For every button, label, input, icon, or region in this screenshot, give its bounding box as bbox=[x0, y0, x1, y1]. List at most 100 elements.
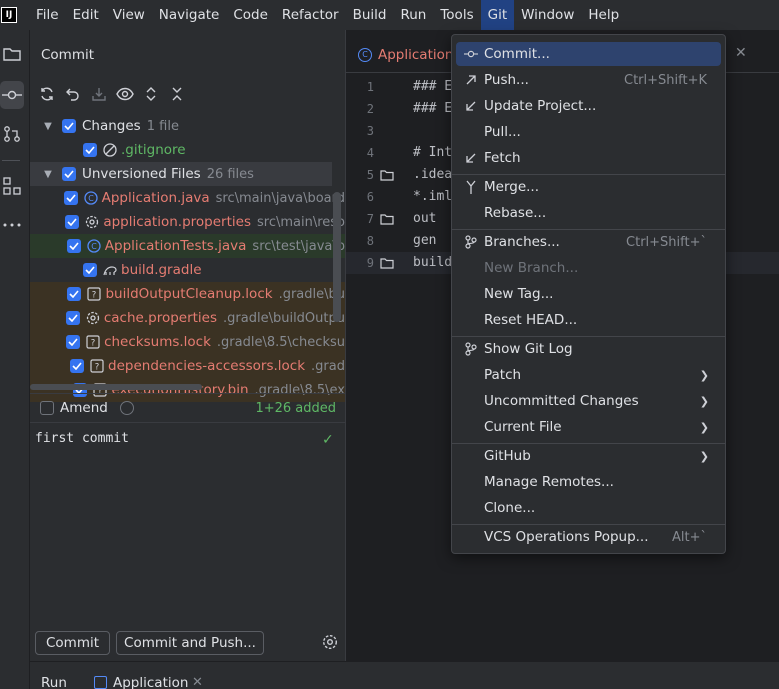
checkbox-checked[interactable] bbox=[70, 359, 85, 373]
shelve-icon[interactable] bbox=[90, 85, 108, 103]
menu-item-label: New Tag... bbox=[484, 286, 554, 302]
menu-code[interactable]: Code bbox=[226, 0, 275, 30]
expand-all-icon[interactable] bbox=[142, 85, 160, 103]
group-label: Changes bbox=[82, 118, 141, 134]
chevron-down-icon[interactable]: ▼ bbox=[42, 121, 54, 132]
code-line[interactable]: build bbox=[413, 255, 452, 270]
menu-item-clone[interactable]: Clone... bbox=[456, 496, 721, 520]
svg-text:C: C bbox=[91, 242, 97, 251]
changes-group-row[interactable]: ▼ Changes 1 file bbox=[30, 114, 345, 138]
collapse-all-icon[interactable] bbox=[168, 85, 186, 103]
menu-item-update-project[interactable]: Update Project... bbox=[456, 94, 721, 118]
menu-item-pull[interactable]: Pull... bbox=[456, 120, 721, 144]
file-row[interactable]: application.properties src\main\reso bbox=[30, 210, 345, 234]
menu-refactor[interactable]: Refactor bbox=[275, 0, 346, 30]
amend-checkbox[interactable] bbox=[40, 401, 54, 415]
code-line[interactable]: # Int bbox=[413, 145, 452, 160]
tree-vertical-scrollbar[interactable] bbox=[333, 192, 341, 322]
checkbox-checked[interactable] bbox=[63, 191, 78, 205]
menu-item-github[interactable]: GitHub ❯ bbox=[456, 444, 721, 468]
checkbox-checked[interactable] bbox=[65, 215, 80, 229]
menu-edit[interactable]: Edit bbox=[66, 0, 106, 30]
menu-item-current-file[interactable]: Current File ❯ bbox=[456, 415, 721, 439]
structure-icon[interactable] bbox=[0, 172, 24, 200]
file-path: src\main\java\board bbox=[215, 190, 345, 206]
menu-item-rebase[interactable]: Rebase... bbox=[456, 201, 721, 225]
project-folder-icon[interactable] bbox=[0, 40, 24, 68]
checkbox-checked[interactable] bbox=[62, 167, 76, 181]
menu-shortcut: Ctrl+Shift+` bbox=[626, 234, 707, 250]
code-line[interactable]: .idea bbox=[413, 167, 452, 182]
unversioned-group-row[interactable]: ▼ Unversioned Files 26 files bbox=[30, 162, 332, 186]
menu-tools[interactable]: Tools bbox=[433, 0, 480, 30]
menu-run[interactable]: Run bbox=[393, 0, 433, 30]
chevron-down-icon[interactable]: ▼ bbox=[42, 169, 54, 180]
menu-navigate[interactable]: Navigate bbox=[152, 0, 227, 30]
file-row[interactable]: C ApplicationTests.java src\test\java\b bbox=[30, 234, 345, 258]
menu-item-new-tag[interactable]: New Tag... bbox=[456, 282, 721, 306]
file-row[interactable]: ? buildOutputCleanup.lock .gradle\bu bbox=[30, 282, 345, 306]
editor-tab-label[interactable]: Application. bbox=[378, 47, 458, 63]
file-row[interactable]: ? checksums.lock .gradle\8.5\checksu bbox=[30, 330, 345, 354]
menu-item-push[interactable]: Push... Ctrl+Shift+K bbox=[456, 68, 721, 92]
checkbox-checked[interactable] bbox=[66, 239, 81, 253]
checkbox-checked[interactable] bbox=[83, 263, 97, 277]
menu-window[interactable]: Window bbox=[514, 0, 581, 30]
menu-git[interactable]: Git bbox=[480, 0, 515, 30]
file-row[interactable]: build.gradle bbox=[30, 258, 345, 282]
code-line[interactable]: ### E bbox=[413, 101, 452, 116]
run-tab-label[interactable]: Run bbox=[41, 675, 67, 689]
menu-item-show-git-log[interactable]: Show Git Log bbox=[456, 337, 721, 361]
menu-item-vcs-operations-popup[interactable]: VCS Operations Popup... Alt+` bbox=[456, 525, 721, 549]
tree-horizontal-scrollbar[interactable] bbox=[30, 384, 202, 390]
menu-view[interactable]: View bbox=[106, 0, 152, 30]
commit-message-input[interactable]: first commit bbox=[35, 431, 129, 446]
rollback-icon[interactable] bbox=[64, 85, 82, 103]
menu-item-merge[interactable]: Merge... bbox=[456, 175, 721, 199]
checkbox-checked[interactable] bbox=[66, 335, 81, 349]
checkbox-checked[interactable] bbox=[65, 311, 80, 325]
close-icon[interactable]: ✕ bbox=[192, 675, 203, 689]
close-icon[interactable]: ✕ bbox=[735, 45, 747, 61]
file-row[interactable]: .gitignore bbox=[30, 138, 345, 162]
menu-item-manage-remotes[interactable]: Manage Remotes... bbox=[456, 470, 721, 494]
pull-requests-icon[interactable] bbox=[0, 120, 24, 148]
commit-button[interactable]: Commit bbox=[35, 631, 110, 655]
menu-item-branches[interactable]: Branches... Ctrl+Shift+` bbox=[456, 230, 721, 254]
line-number: 4 bbox=[366, 146, 374, 160]
folder-icon bbox=[380, 258, 394, 269]
menu-item-commit[interactable]: Commit... bbox=[456, 42, 721, 66]
app-logo-icon[interactable]: IJ bbox=[1, 7, 17, 23]
code-line[interactable]: gen bbox=[413, 233, 436, 248]
file-row[interactable]: ? dependencies-accessors.lock .grad bbox=[30, 354, 345, 378]
checkbox-checked[interactable] bbox=[67, 287, 82, 301]
menu-item-reset-head[interactable]: Reset HEAD... bbox=[456, 308, 721, 332]
checkbox-checked[interactable] bbox=[83, 143, 97, 157]
checkbox-checked[interactable] bbox=[62, 119, 76, 133]
code-line[interactable]: out bbox=[413, 211, 436, 226]
gear-icon[interactable] bbox=[322, 634, 338, 650]
file-row[interactable]: C Application.java src\main\java\board bbox=[30, 186, 345, 210]
code-line[interactable]: ### E bbox=[413, 79, 452, 94]
history-clock-icon[interactable] bbox=[119, 401, 134, 415]
menu-item-patch[interactable]: Patch ❯ bbox=[456, 363, 721, 387]
line-number: 1 bbox=[366, 80, 374, 94]
commit-and-push-button[interactable]: Commit and Push... bbox=[116, 631, 264, 655]
commit-tool-icon[interactable] bbox=[0, 81, 24, 109]
more-tools-icon[interactable] bbox=[0, 211, 24, 239]
menu-item-label: Commit... bbox=[484, 46, 550, 62]
run-config-label[interactable]: Application bbox=[113, 675, 188, 689]
file-name: build.gradle bbox=[121, 262, 202, 278]
menu-build[interactable]: Build bbox=[346, 0, 394, 30]
menu-item-fetch[interactable]: Fetch bbox=[456, 146, 721, 170]
refresh-icon[interactable] bbox=[38, 85, 56, 103]
code-line[interactable]: *.iml bbox=[413, 189, 452, 204]
eye-icon[interactable] bbox=[116, 85, 134, 103]
file-path: src\main\reso bbox=[256, 214, 345, 230]
menu-help[interactable]: Help bbox=[581, 0, 626, 30]
amend-label[interactable]: Amend bbox=[60, 400, 108, 416]
file-row[interactable]: cache.properties .gradle\buildOutpu bbox=[30, 306, 345, 330]
menu-item-uncommitted-changes[interactable]: Uncommitted Changes ❯ bbox=[456, 389, 721, 413]
menu-file[interactable]: File bbox=[29, 0, 66, 30]
menu-item-new-branch[interactable]: New Branch... bbox=[456, 256, 721, 280]
